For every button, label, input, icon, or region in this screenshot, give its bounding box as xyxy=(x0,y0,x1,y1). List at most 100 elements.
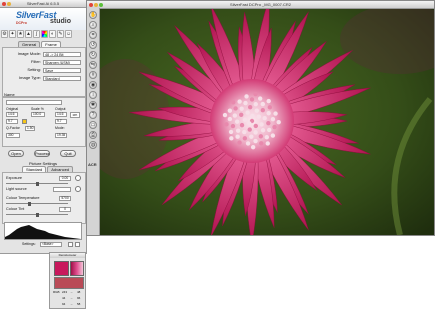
densitometer-color-bar xyxy=(54,277,84,289)
flower-floret xyxy=(259,141,264,146)
name-field[interactable] xyxy=(6,100,62,105)
flip-icon[interactable]: ⇋ xyxy=(89,61,97,69)
silverfast-control-panel: SilverFast Ai 6.5.5 SilverFast DCPro stu… xyxy=(0,0,87,254)
flower-floret xyxy=(267,105,273,110)
preview-titlebar[interactable]: SilverFast DCPro _MG_0007.CR2 xyxy=(87,1,434,9)
exposure-slider-knob[interactable] xyxy=(36,181,39,186)
crop-icon[interactable]: ⌗ xyxy=(89,31,97,39)
flower-floret xyxy=(247,127,252,132)
flower-floret xyxy=(253,123,258,129)
image-mode-select[interactable]: 48 -> 24 Bit xyxy=(43,51,81,57)
grid-icon[interactable]: # xyxy=(89,71,97,79)
save-settings-icon[interactable] xyxy=(68,242,73,247)
unit-select[interactable]: cm xyxy=(70,112,80,118)
rotate-right-icon[interactable]: ↻ xyxy=(89,51,97,59)
exposure-auto-icon[interactable] xyxy=(75,175,81,181)
selective-color-icon[interactable]: ◐ xyxy=(49,30,56,38)
width-output-field[interactable]: 14.6 xyxy=(55,112,67,117)
resolution-field[interactable]: 300 xyxy=(6,133,20,138)
scale-field[interactable]: 100.0 xyxy=(31,112,45,117)
acr-label: ACR xyxy=(88,162,97,167)
colour-tint-slider[interactable] xyxy=(6,212,68,217)
settings-label: Settings: xyxy=(22,242,36,246)
colour-temperature-value[interactable]: 5700 xyxy=(59,196,71,201)
preview-image[interactable] xyxy=(100,9,434,235)
rotate-left-icon[interactable]: ↺ xyxy=(89,41,97,49)
light-source-label: Light source xyxy=(6,187,27,191)
print-icon[interactable]: ⎙ xyxy=(89,131,97,139)
eye-icon[interactable]: ◉ xyxy=(89,81,97,89)
colour-temperature-slider[interactable] xyxy=(6,201,68,206)
open-button[interactable]: Open xyxy=(8,150,24,157)
exposure-value[interactable]: 0.00 xyxy=(59,176,71,181)
setting-select[interactable]: Save xyxy=(43,67,81,73)
question-icon[interactable]: ? xyxy=(89,111,97,119)
light-source-dropper-icon[interactable] xyxy=(75,186,81,192)
image-type-label: Image Type: xyxy=(19,75,41,80)
globe-icon[interactable]: ◍ xyxy=(89,141,97,149)
colour-temperature-knob[interactable] xyxy=(28,201,31,206)
hand-icon[interactable]: ✋ xyxy=(89,11,97,19)
filter-label: Filter: xyxy=(31,59,41,64)
star-icon[interactable]: ★ xyxy=(17,30,24,38)
flower-floret xyxy=(237,99,242,104)
densitometer-panel: Densitometer RGB 243 48 44 96 94 58 → → … xyxy=(49,252,86,309)
color-wheel-icon[interactable] xyxy=(41,30,48,38)
flower-floret xyxy=(250,113,255,119)
flower-floret xyxy=(253,138,258,144)
colour-tint-value[interactable]: 0 xyxy=(59,207,71,212)
person-icon[interactable]: ☺ xyxy=(65,30,72,38)
quit-button[interactable]: Quit xyxy=(60,150,76,157)
filter-select[interactable]: Sharpen (USM) xyxy=(43,59,81,65)
dropper-icon[interactable]: ✎ xyxy=(57,30,64,38)
zoom-icon[interactable]: ⌕ xyxy=(89,21,97,29)
q-factor-field[interactable]: 1.50 xyxy=(25,126,35,131)
flower-floret xyxy=(237,140,242,145)
monitor-icon[interactable]: ▭ xyxy=(89,121,97,129)
lpi-field[interactable]: 19.35 xyxy=(55,133,67,138)
colour-tint-knob[interactable] xyxy=(36,212,39,217)
flower-floret xyxy=(247,104,253,110)
flower-floret xyxy=(266,120,271,126)
densi-row-1-b: 48 xyxy=(77,290,81,294)
width-original-field[interactable]: 14.6 xyxy=(6,112,18,117)
flower-floret xyxy=(253,101,258,107)
light-source-select[interactable] xyxy=(53,187,71,192)
panel-titlebar[interactable]: SilverFast Ai 6.5.5 xyxy=(0,0,86,8)
colour-tint-label: Colour Tint xyxy=(6,207,25,211)
densi-row-3-b: 58 xyxy=(77,302,81,306)
flower-floret xyxy=(273,111,278,116)
wrench-icon[interactable]: ⚙ xyxy=(1,30,8,38)
info-icon[interactable]: i xyxy=(89,91,97,99)
magic-wand-icon[interactable]: ✦ xyxy=(9,30,16,38)
process-button[interactable]: Process xyxy=(34,150,50,157)
scale-label: Scale % xyxy=(31,107,44,111)
settings-select[interactable]: <Base> xyxy=(40,242,62,247)
flower-floret xyxy=(262,115,267,121)
exposure-slider[interactable] xyxy=(6,181,68,186)
flower-floret xyxy=(229,136,234,141)
flower-floret xyxy=(265,141,270,146)
height-output-field[interactable]: 9.7 xyxy=(55,119,67,124)
lock-icon[interactable] xyxy=(22,119,27,124)
height-original-field[interactable]: 9.7 xyxy=(6,119,18,124)
gradation-icon[interactable]: ∫ xyxy=(33,30,40,38)
image-type-select[interactable]: Standard xyxy=(43,75,81,81)
flower-floret xyxy=(232,113,238,118)
arrow-icon: → xyxy=(70,302,73,306)
flower-floret xyxy=(227,108,233,113)
flower-floret xyxy=(266,111,271,116)
densi-row-3-a: 94 xyxy=(62,302,66,306)
panel-title: SilverFast Ai 6.5.5 xyxy=(26,1,60,6)
settings-icon[interactable]: ✱ xyxy=(89,101,97,109)
flower-floret xyxy=(249,134,254,139)
delete-settings-icon[interactable] xyxy=(75,242,80,247)
flower-floret xyxy=(234,119,240,124)
flower-floret xyxy=(235,134,240,139)
histogram-icon[interactable]: ▲ xyxy=(25,30,32,38)
flower-floret xyxy=(245,110,250,115)
flower-floret xyxy=(254,108,260,113)
flower-floret xyxy=(259,122,264,127)
flower-floret xyxy=(243,100,248,106)
densitometer-title[interactable]: Densitometer xyxy=(50,253,85,258)
